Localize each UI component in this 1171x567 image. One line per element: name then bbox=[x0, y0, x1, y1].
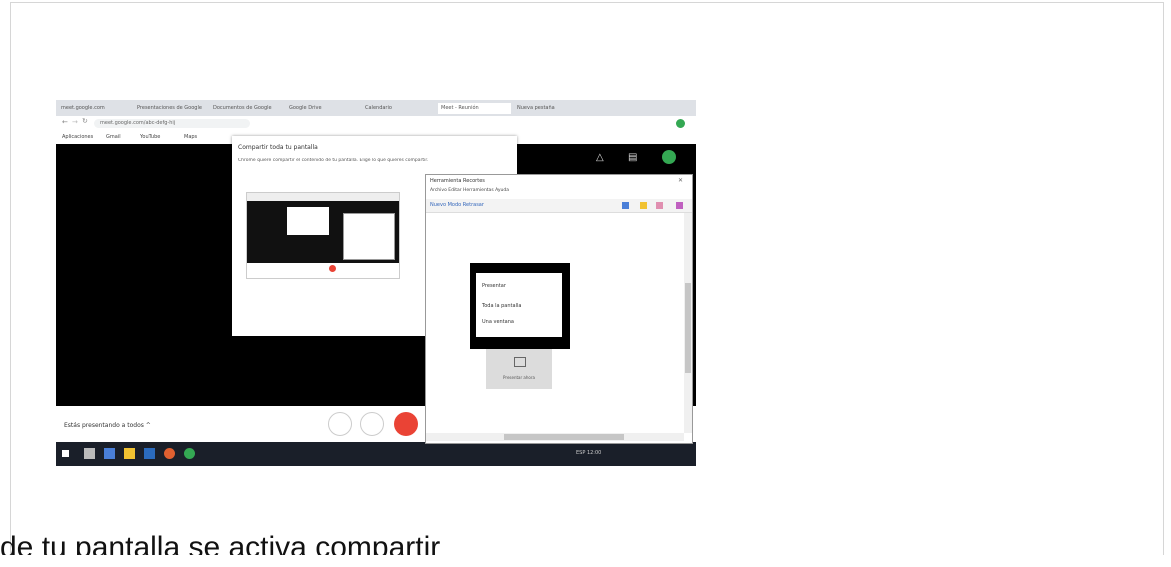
screen-thumbnail[interactable] bbox=[246, 192, 400, 279]
browser-tab[interactable]: Nueva pestaña bbox=[514, 103, 597, 114]
edge-icon[interactable] bbox=[144, 448, 155, 459]
browser-tab[interactable]: Documentos de Google bbox=[210, 103, 283, 114]
option-window[interactable]: Una ventana bbox=[482, 319, 514, 325]
bookmark-youtube[interactable]: YouTube bbox=[140, 131, 160, 144]
bookmark-gmail[interactable]: Gmail bbox=[106, 131, 121, 144]
system-tray[interactable]: ESP 12:00 bbox=[576, 450, 601, 456]
eraser-icon[interactable] bbox=[656, 202, 663, 209]
present-menu-panel: Presentar Toda la pantalla Una ventana bbox=[476, 273, 562, 337]
scroll-thumb[interactable] bbox=[685, 283, 691, 373]
app-icon[interactable] bbox=[164, 448, 175, 459]
address-bar-row: ← → ↻ meet.google.com/abc-defg-hij bbox=[56, 116, 696, 131]
task-view-icon[interactable] bbox=[84, 448, 95, 459]
browser-tab-strip: meet.google.com Presentaciones de Google… bbox=[56, 100, 696, 116]
folder-icon[interactable] bbox=[124, 448, 135, 459]
dialog-title: Compartir toda tu pantalla bbox=[238, 144, 318, 151]
browser-tab[interactable]: meet.google.com bbox=[58, 103, 131, 114]
microphone-button[interactable] bbox=[328, 412, 352, 436]
browser-tab[interactable]: Presentaciones de Google bbox=[134, 103, 207, 114]
pen-icon[interactable] bbox=[622, 202, 629, 209]
snip-toolbar: Nuevo Modo Retrasar bbox=[426, 199, 692, 213]
vertical-scrollbar[interactable] bbox=[684, 213, 692, 433]
dialog-subtitle: Chrome quiere compartir el contenido de … bbox=[238, 158, 429, 163]
presenting-label[interactable]: Estás presentando a todos ^ bbox=[64, 422, 151, 429]
reload-icon[interactable]: ↻ bbox=[82, 117, 88, 125]
meet-chat-icon[interactable]: ▤ bbox=[628, 152, 637, 163]
browser-tab[interactable]: Google Drive bbox=[286, 103, 359, 114]
present-now-preview: Presentar ahora bbox=[486, 349, 552, 389]
snip-toolbar-labels[interactable]: Nuevo Modo Retrasar bbox=[430, 199, 484, 212]
hang-up-button[interactable] bbox=[360, 412, 384, 436]
present-icon bbox=[514, 357, 526, 367]
option-entire-screen[interactable]: Toda la pantalla bbox=[482, 303, 521, 309]
chrome-icon[interactable] bbox=[184, 448, 195, 459]
snip-menu-bar[interactable]: Archivo Editar Herramientas Ayuda bbox=[430, 188, 509, 193]
horizontal-scrollbar[interactable] bbox=[426, 433, 684, 441]
highlighter-icon[interactable] bbox=[640, 202, 647, 209]
meet-people-icon[interactable]: △ bbox=[596, 152, 604, 163]
explorer-icon[interactable] bbox=[104, 448, 115, 459]
camera-off-button[interactable] bbox=[394, 412, 418, 436]
bookmark-maps[interactable]: Maps bbox=[184, 131, 197, 144]
snip-title: Herramienta Recortes bbox=[430, 178, 485, 184]
browser-tab-active[interactable]: Meet - Reunión bbox=[438, 103, 511, 114]
embedded-screenshot: meet.google.com Presentaciones de Google… bbox=[56, 100, 696, 466]
browser-tab[interactable]: Calendario bbox=[362, 103, 435, 114]
snipping-tool-window: Herramienta Recortes ✕ Archivo Editar He… bbox=[425, 174, 693, 444]
present-now-label[interactable]: Presentar ahora bbox=[486, 375, 552, 380]
url-field[interactable]: meet.google.com/abc-defg-hij bbox=[94, 119, 250, 128]
bookmark-apps[interactable]: Aplicaciones bbox=[62, 131, 93, 144]
start-icon[interactable] bbox=[62, 450, 69, 457]
close-icon[interactable]: ✕ bbox=[678, 177, 683, 184]
forward-icon[interactable]: → bbox=[72, 118, 78, 126]
caption-clip bbox=[0, 555, 1171, 567]
profile-icon[interactable] bbox=[676, 119, 685, 128]
present-menu-preview: Presentar Toda la pantalla Una ventana bbox=[470, 263, 570, 349]
paint-icon[interactable] bbox=[676, 202, 683, 209]
scroll-thumb[interactable] bbox=[504, 434, 624, 440]
windows-taskbar: ESP 12:00 bbox=[56, 442, 696, 466]
meet-avatar bbox=[662, 150, 676, 164]
snip-canvas: Presentar Toda la pantalla Una ventana P… bbox=[426, 213, 684, 433]
back-icon[interactable]: ← bbox=[62, 118, 68, 126]
present-menu-header: Presentar bbox=[482, 283, 506, 289]
